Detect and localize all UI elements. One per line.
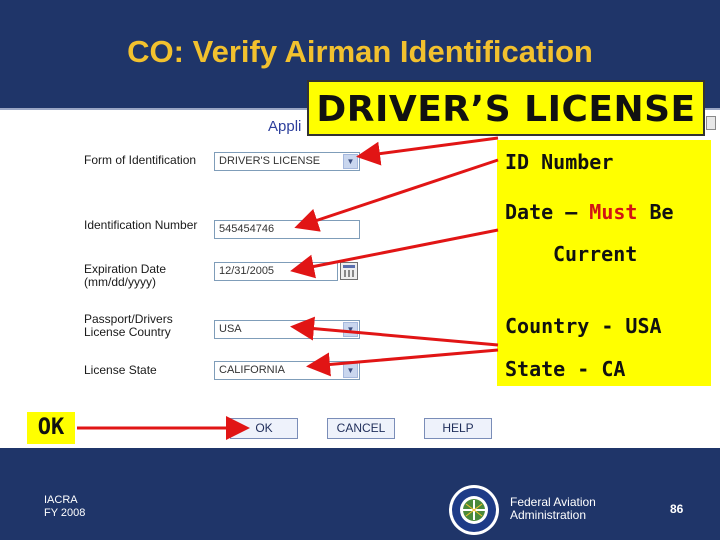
faa-seal-icon bbox=[449, 485, 499, 535]
callout-arrows bbox=[77, 136, 499, 440]
arrow-state bbox=[306, 348, 499, 377]
footer-program-line2: FY 2008 bbox=[44, 507, 86, 519]
arrow-form-of-id bbox=[356, 136, 499, 166]
page-number: 86 bbox=[670, 502, 684, 516]
footer-program: IACRA FY 2008 bbox=[44, 494, 85, 520]
faa-name: Federal Aviation Administration bbox=[510, 496, 596, 522]
arrow-id-number bbox=[294, 158, 499, 232]
arrow-expiration-date bbox=[290, 228, 499, 279]
arrow-country bbox=[290, 316, 499, 347]
footer-program-line1: IACRA bbox=[44, 494, 78, 506]
faa-name-line2: Administration bbox=[510, 508, 587, 522]
